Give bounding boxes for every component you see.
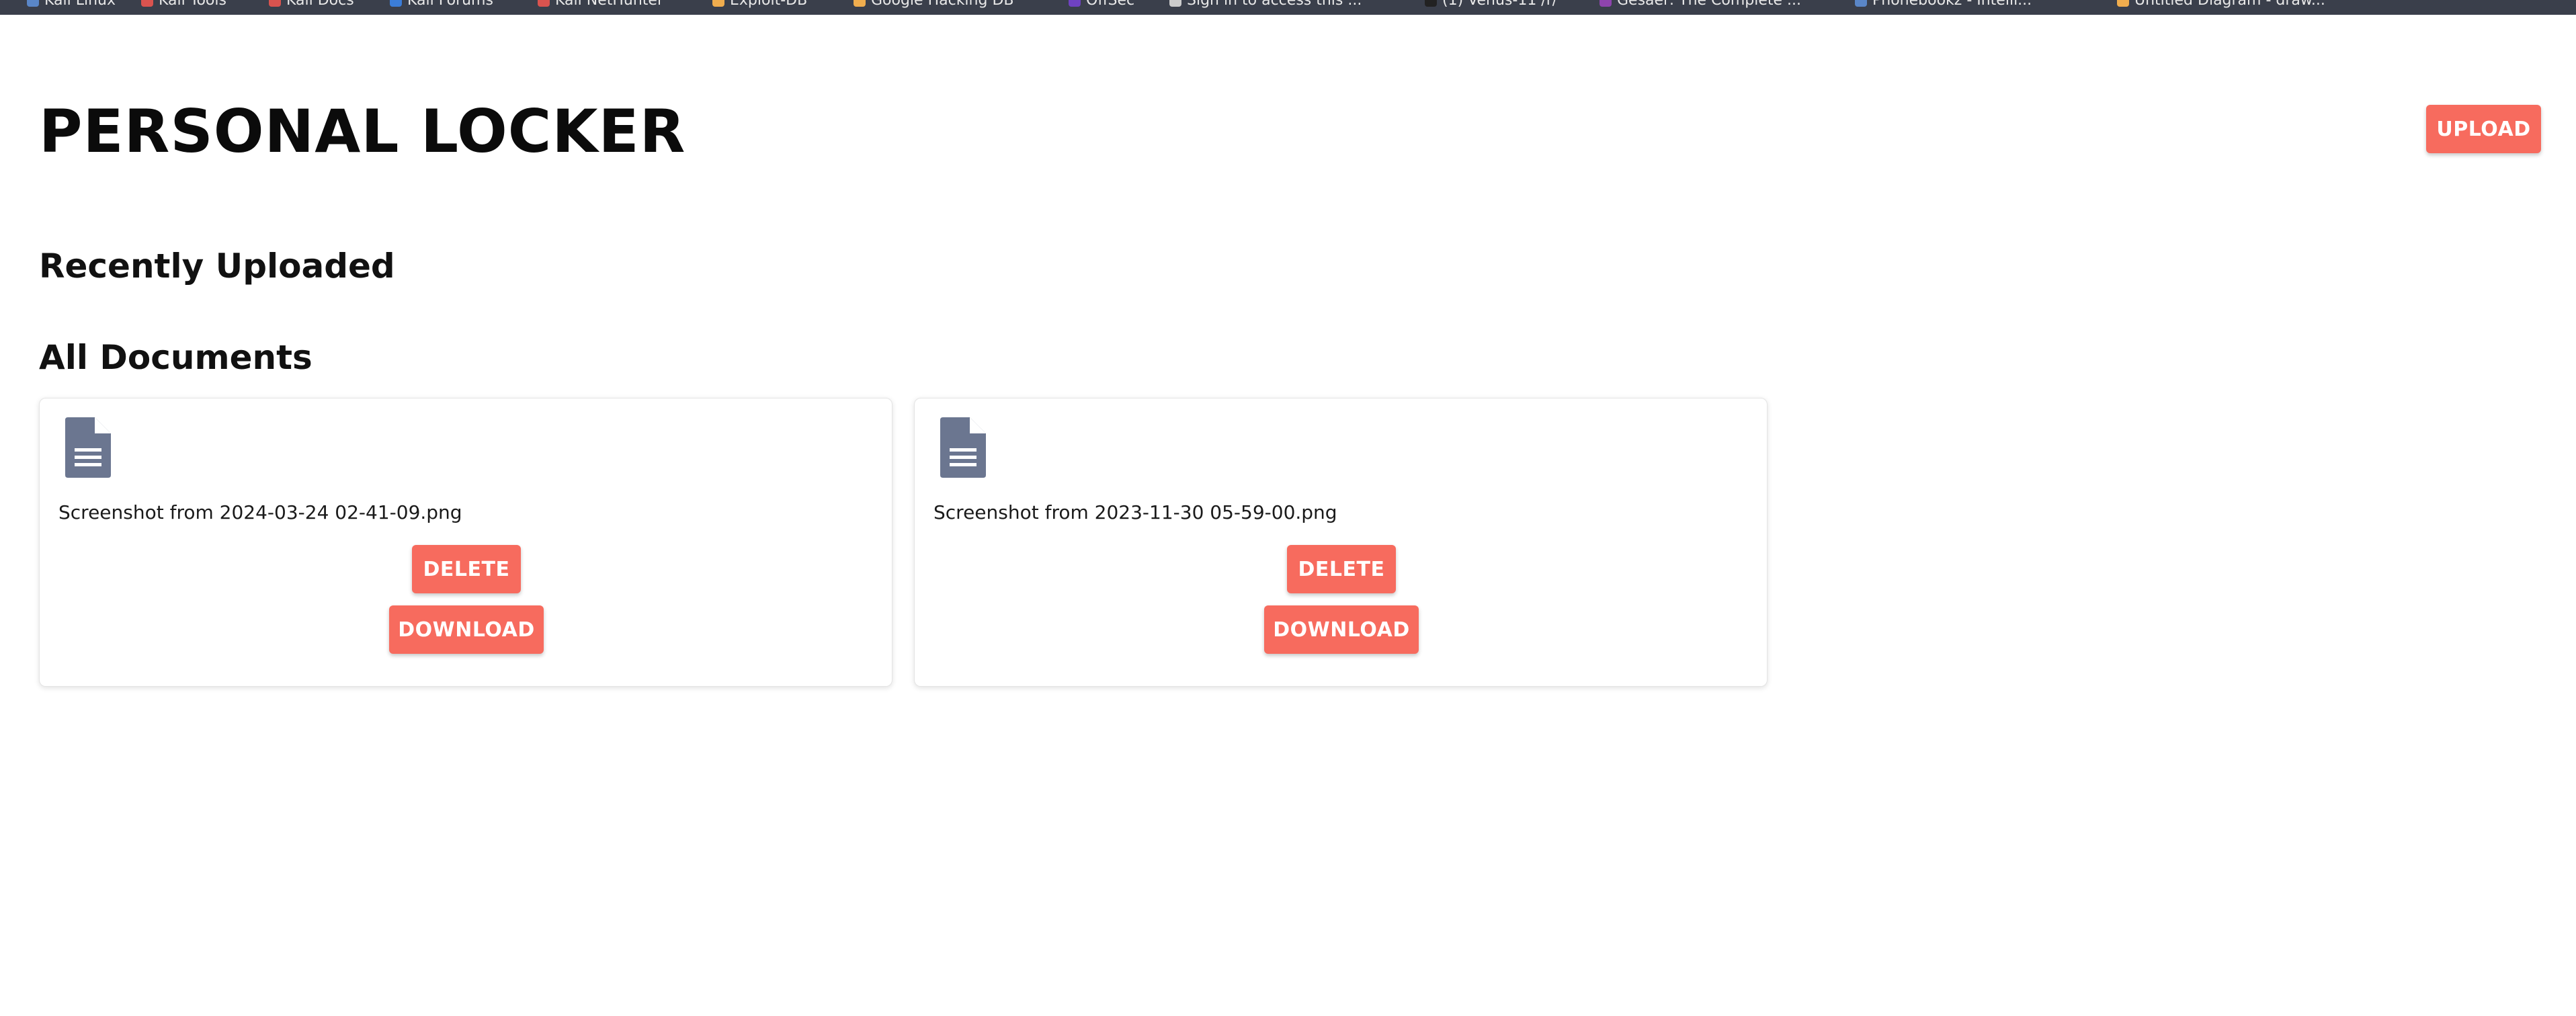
bookmark-drawio[interactable]: Untitled Diagram - draw...: [2117, 0, 2325, 8]
download-button[interactable]: DOWNLOAD: [1264, 605, 1419, 654]
kali-forums-icon: [390, 0, 402, 7]
bookmark-label: Kali NetHunter: [555, 0, 663, 9]
bookmark-kali-forums[interactable]: Kali Forums: [390, 0, 493, 8]
bookmark-kali-linux[interactable]: Kali Linux: [27, 0, 116, 8]
bookmark-label: Kali Tools: [159, 0, 226, 9]
bookmark-phonebookz[interactable]: Phonebookz - Intelli...: [1855, 0, 2032, 8]
exploit-db-icon: [712, 0, 724, 7]
drawio-icon: [2117, 0, 2129, 7]
bookmark-exploit-db[interactable]: Exploit-DB: [712, 0, 807, 8]
bookmark-kali-tools[interactable]: Kali Tools: [141, 0, 226, 8]
bookmark-offsec[interactable]: OffSec: [1069, 0, 1134, 8]
download-button[interactable]: DOWNLOAD: [389, 605, 544, 654]
file-document-icon: [65, 417, 111, 478]
document-name: Screenshot from 2024-03-24 02-41-09.png: [58, 501, 462, 523]
bookmark-venus[interactable]: (1) Venus-11 /r/: [1425, 0, 1557, 8]
recently-uploaded-heading: Recently Uploaded: [39, 247, 395, 286]
delete-button[interactable]: DELETE: [412, 545, 521, 593]
document-card: Screenshot from 2023-11-30 05-59-00.png …: [914, 398, 1768, 687]
document-card: Screenshot from 2024-03-24 02-41-09.png …: [39, 398, 892, 687]
upload-button[interactable]: UPLOAD: [2426, 105, 2541, 153]
gesaer-icon: [1599, 0, 1612, 7]
file-document-icon: [940, 417, 986, 478]
delete-button[interactable]: DELETE: [1287, 545, 1396, 593]
bookmark-label: OffSec: [1086, 0, 1135, 9]
bookmark-label: Exploit-DB: [730, 0, 808, 9]
bookmark-label: Phonebookz - Intelli...: [1872, 0, 2032, 9]
app-icon: [1425, 0, 1437, 7]
kali-icon: [27, 0, 39, 7]
kali-docs-icon: [269, 0, 281, 7]
page-title: PERSONAL LOCKER: [39, 97, 686, 166]
bookmark-kali-nethunter[interactable]: Kali NetHunter: [538, 0, 663, 8]
bookmark-label: Untitled Diagram - draw...: [2134, 0, 2325, 9]
bookmark-label: Google Hacking DB: [871, 0, 1014, 9]
bookmark-label: Kali Forums: [407, 0, 493, 9]
bookmark-label: Gesaer: The Complete ...: [1617, 0, 1802, 9]
bookmark-sign-in[interactable]: Sign in to access this ...: [1169, 0, 1362, 8]
kali-tools-icon: [141, 0, 153, 7]
document-name: Screenshot from 2023-11-30 05-59-00.png: [933, 501, 1337, 523]
all-documents-heading: All Documents: [39, 338, 313, 377]
bookmark-label: Kali Linux: [44, 0, 116, 9]
ghdb-icon: [854, 0, 866, 7]
bookmark-ghdb[interactable]: Google Hacking DB: [854, 0, 1013, 8]
bookmarks-bar: Kali Linux Kali Tools Kali Docs Kali For…: [0, 0, 2576, 15]
globe-icon: [1169, 0, 1181, 7]
offsec-icon: [1069, 0, 1081, 7]
nethunter-icon: [538, 0, 550, 7]
bookmark-label: (1) Venus-11 /r/: [1442, 0, 1558, 9]
phonebook-icon: [1855, 0, 1867, 7]
bookmark-label: Sign in to access this ...: [1187, 0, 1362, 9]
bookmark-label: Kali Docs: [286, 0, 354, 9]
bookmark-gesaer[interactable]: Gesaer: The Complete ...: [1599, 0, 1801, 8]
bookmark-kali-docs[interactable]: Kali Docs: [269, 0, 354, 8]
